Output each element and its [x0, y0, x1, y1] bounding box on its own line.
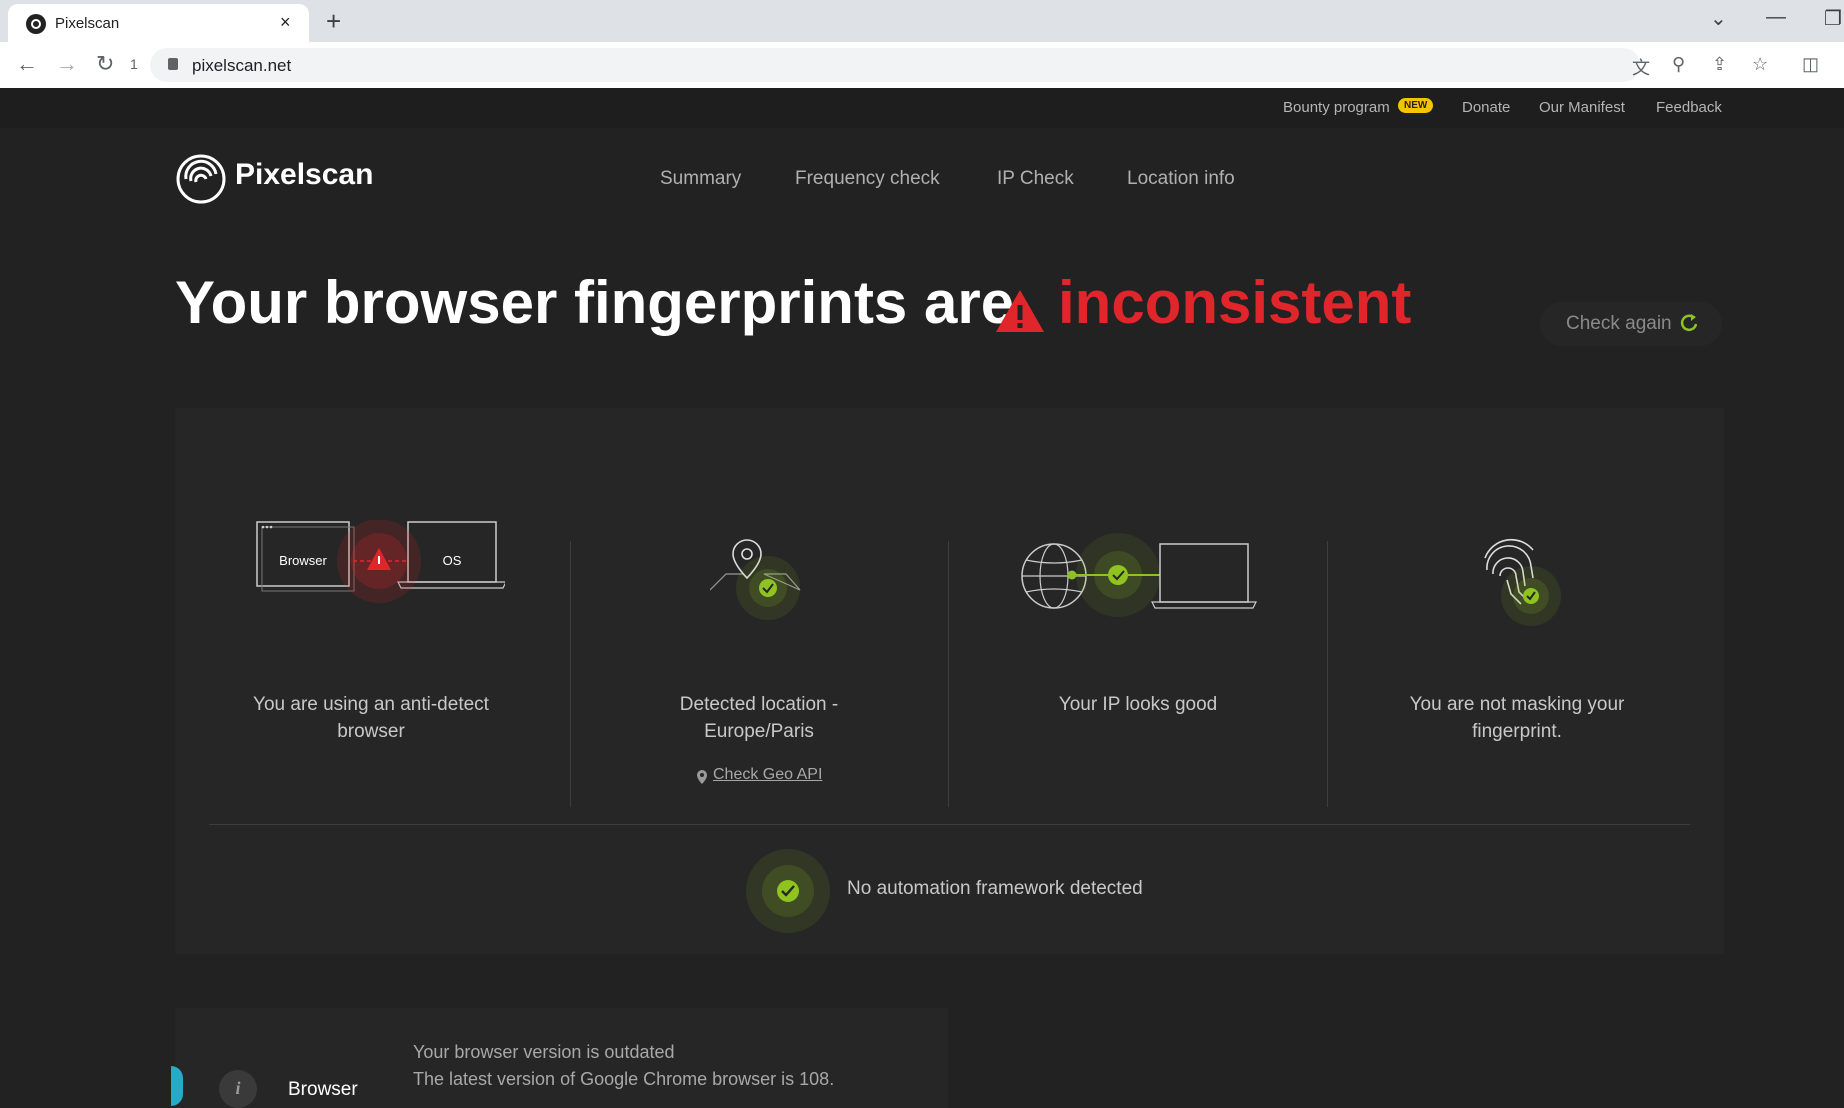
summary-panel: Browser OS You are using an anti-detect …: [175, 408, 1724, 954]
logo-text[interactable]: Pixelscan: [235, 158, 373, 192]
os-illustration-label: OS: [443, 553, 462, 568]
browser-outdated-text: Your browser version is outdated: [413, 1042, 675, 1062]
check-again-button[interactable]: Check again: [1540, 302, 1722, 346]
back-icon[interactable]: ←: [16, 51, 38, 77]
nav-location-info[interactable]: Location info: [1127, 168, 1235, 190]
zoom-icon[interactable]: ⚲: [1672, 54, 1685, 75]
detail-label: Browser: [288, 1079, 358, 1100]
reload-icon[interactable]: ↻: [96, 51, 114, 77]
browser-chrome: Pixelscan × + ⌄ — ❐ ← → ↻ 1 pixelscan.ne…: [0, 0, 1844, 88]
translate-icon[interactable]: 文: [1632, 54, 1650, 80]
minimize-icon[interactable]: —: [1766, 6, 1786, 29]
tab-counter: 1: [130, 56, 138, 72]
location-line2: Europe/Paris: [704, 721, 814, 742]
donate-link[interactable]: Donate: [1462, 99, 1510, 116]
address-bar[interactable]: pixelscan.net: [150, 48, 1640, 82]
fingerprint-icon: [1484, 538, 1561, 626]
tab-title: Pixelscan: [55, 15, 120, 32]
pixelscan-page: Bounty program NEW Donate Our Manifest F…: [0, 88, 1844, 1108]
location-line1: Detected location -: [679, 694, 839, 715]
sidepanel-icon[interactable]: ◫: [1802, 54, 1819, 75]
automation-check-icon: [746, 849, 830, 933]
tab-close-icon[interactable]: ×: [280, 12, 291, 33]
lock-icon[interactable]: [168, 58, 178, 70]
new-tab-icon[interactable]: +: [326, 6, 341, 37]
location-pin-icon: [710, 539, 801, 620]
status-inconsistent: inconsistent: [1058, 269, 1412, 336]
location-status-text: Detected location - Europe/Paris: [589, 691, 929, 745]
masking-line2: fingerprint.: [1472, 721, 1562, 742]
browser-tab[interactable]: Pixelscan ×: [8, 4, 309, 42]
nav-summary[interactable]: Summary: [660, 168, 741, 190]
card-divider: [1327, 541, 1328, 807]
top-utility-bar: Bounty program NEW Donate Our Manifest F…: [0, 88, 1844, 128]
ip-status-text: Your IP looks good: [1058, 694, 1218, 715]
pixelscan-logo-icon[interactable]: [176, 154, 226, 204]
pixelscan-favicon-icon: [26, 14, 46, 34]
share-icon[interactable]: ⇪: [1712, 54, 1727, 75]
feedback-link[interactable]: Feedback: [1656, 99, 1722, 116]
refresh-icon: [1680, 314, 1698, 332]
map-pin-icon: [697, 770, 707, 784]
forward-icon[interactable]: →: [56, 51, 78, 77]
url-text[interactable]: pixelscan.net: [192, 56, 291, 76]
tab-search-icon[interactable]: ⌄: [1710, 6, 1727, 31]
manifest-link[interactable]: Our Manifest: [1539, 99, 1625, 116]
nav-ip-check[interactable]: IP Check: [997, 168, 1074, 190]
antidetect-status-text: You are using an anti-detect browser: [201, 691, 541, 745]
card-divider: [948, 541, 949, 807]
ip-check-icon: [1021, 533, 1257, 617]
browser-toolbar: ← → ↻ 1 pixelscan.net 文 ⚲ ⇪ ☆ ◫: [0, 42, 1844, 88]
antidetect-line2: browser: [337, 721, 405, 742]
browser-illustration-label: Browser: [279, 553, 327, 568]
latest-version-text: The latest version of Google Chrome brow…: [413, 1069, 835, 1089]
masking-line1: You are not masking your: [1409, 694, 1625, 715]
star-icon[interactable]: ☆: [1752, 54, 1768, 75]
warning-icon: [996, 290, 1044, 332]
bounty-link[interactable]: Bounty program: [1283, 99, 1390, 116]
maximize-icon[interactable]: ❐: [1824, 6, 1842, 31]
tab-strip: Pixelscan × + ⌄ — ❐: [0, 0, 1844, 42]
card-divider: [570, 541, 571, 807]
detail-indicator: [171, 1066, 183, 1106]
check-again-label: Check again: [1566, 313, 1672, 334]
antidetect-line1: You are using an anti-detect: [253, 694, 489, 715]
page-title: Your browser fingerprints are: [175, 269, 1015, 336]
check-geo-api-link[interactable]: Check Geo API: [713, 766, 822, 784]
new-badge: NEW: [1398, 98, 1434, 113]
section-divider: [209, 824, 1690, 825]
info-icon[interactable]: i: [219, 1070, 257, 1108]
masking-status-text: You are not masking your fingerprint.: [1347, 691, 1687, 745]
nav-frequency-check[interactable]: Frequency check: [795, 168, 940, 190]
browser-os-mismatch-icon: Browser OS: [256, 520, 505, 603]
browser-detail-panel: i Browser Your browser version is outdat…: [171, 1008, 948, 1108]
automation-status-text: No automation framework detected: [847, 878, 1143, 899]
